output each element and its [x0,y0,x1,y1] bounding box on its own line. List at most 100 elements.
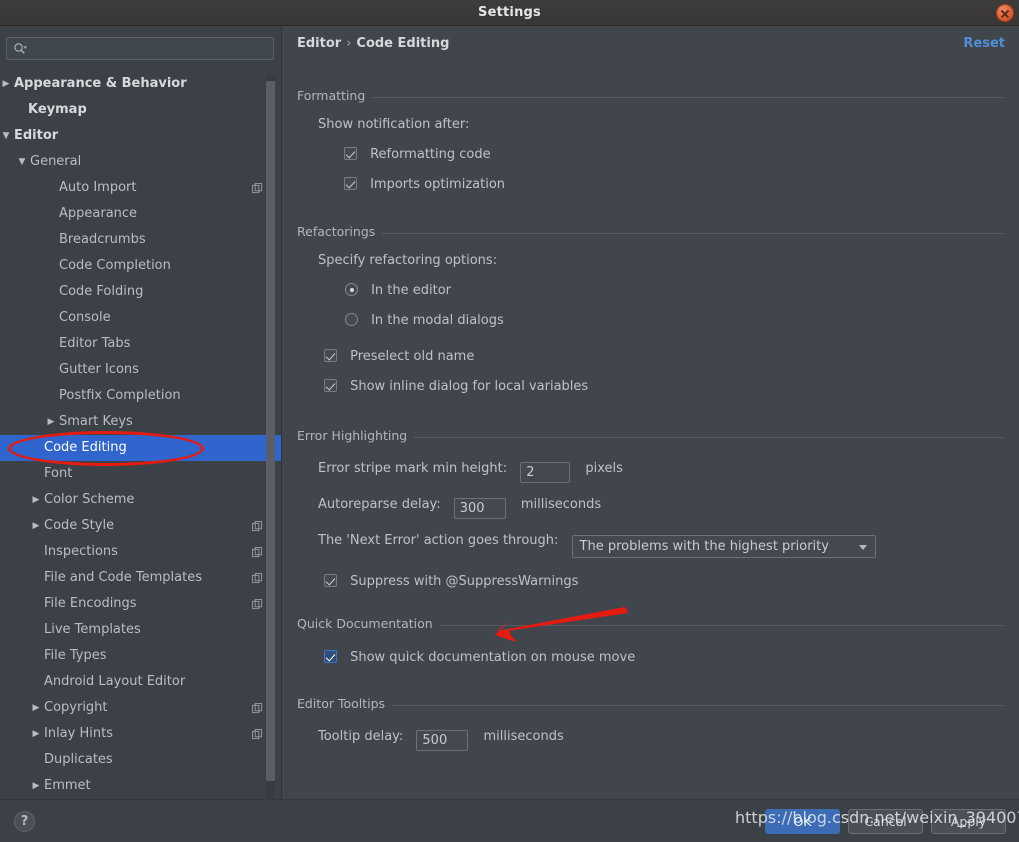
sidebar-item-label: Inspections [44,544,118,559]
autoreparse-unit: milliseconds [520,497,602,512]
suppress-warnings-label: Suppress with @SuppressWarnings [350,574,579,589]
search-box[interactable] [6,37,274,60]
sidebar-item-gutter-icons[interactable]: Gutter Icons [0,357,281,383]
autoreparse-input[interactable] [453,498,506,519]
sidebar-item-copyright[interactable]: ▶ Copyright [0,695,281,721]
sidebar-item-postfix-completion[interactable]: Postfix Completion [0,383,281,409]
ok-button[interactable]: OK [765,809,840,834]
copy-settings-icon[interactable] [252,599,263,610]
search-input[interactable] [33,38,271,59]
sidebar-item-duplicates[interactable]: Duplicates [0,747,281,773]
preselect-old-name-checkbox[interactable] [324,349,337,362]
chevron-right-icon[interactable]: ▶ [0,71,12,97]
tooltip-delay-input[interactable] [416,730,469,751]
copy-settings-icon[interactable] [252,521,263,532]
autoreparse-label: Autoreparse delay: [318,497,441,512]
sidebar-item-console[interactable]: Console [0,305,281,331]
sidebar-item-android-layout-editor[interactable]: Android Layout Editor [0,669,281,695]
section-title-quick-documentation: Quick Documentation [297,616,440,631]
sidebar-item-code-style[interactable]: ▶ Code Style [0,513,281,539]
sidebar-item-live-templates[interactable]: Live Templates [0,617,281,643]
sidebar-item-label: Code Editing [44,440,127,455]
sidebar-item-auto-import[interactable]: Auto Import [0,175,281,201]
chevron-right-icon[interactable]: ▶ [30,487,42,513]
next-error-dropdown[interactable]: The problems with the highest priority [571,535,876,558]
sidebar-item-emmet[interactable]: ▶ Emmet [0,773,281,799]
sidebar-item-label: Gutter Icons [59,362,139,377]
chevron-down-icon[interactable]: ▼ [0,123,12,149]
sidebar-item-label: Appearance & Behavior [14,76,187,91]
in-the-editor-row[interactable]: In the editor [345,279,451,298]
settings-tree[interactable]: ▶ Appearance & Behavior Keymap ▼ Editor ▼ Gene… [0,71,281,826]
preselect-old-name-row[interactable]: Preselect old name [324,345,474,364]
breadcrumb-root[interactable]: Editor [297,36,341,51]
suppress-warnings-checkbox[interactable] [324,574,337,587]
imports-optimization-label: Imports optimization [370,177,506,192]
chevron-down-icon[interactable]: ▼ [16,149,28,175]
sidebar-item-inspections[interactable]: Inspections [0,539,281,565]
section-title-error-highlighting: Error Highlighting [297,428,415,443]
error-stripe-unit: pixels [585,461,623,476]
suppress-warnings-row[interactable]: Suppress with @SuppressWarnings [324,570,578,589]
show-notification-label: Show notification after: [318,117,470,132]
imports-optimization-checkbox[interactable] [344,177,357,190]
in-the-modal-dialogs-row[interactable]: In the modal dialogs [345,309,504,328]
cancel-button[interactable]: Cancel [848,809,923,834]
chevron-right-icon[interactable]: ▶ [30,513,42,539]
show-inline-dialog-row[interactable]: Show inline dialog for local variables [324,375,588,394]
sidebar-item-file-types[interactable]: File Types [0,643,281,669]
show-quick-doc-label: Show quick documentation on mouse move [350,650,636,665]
sidebar-item-file-and-code-templates[interactable]: File and Code Templates [0,565,281,591]
in-the-editor-radio[interactable] [345,283,358,296]
sidebar-item-smart-keys[interactable]: ▶ Smart Keys [0,409,281,435]
reset-link[interactable]: Reset [963,36,1005,51]
show-quick-doc-checkbox[interactable] [324,650,337,663]
sidebar-item-color-scheme[interactable]: ▶ Color Scheme [0,487,281,513]
in-the-modal-dialogs-radio[interactable] [345,313,358,326]
copy-settings-icon[interactable] [252,703,263,714]
chevron-right-icon[interactable]: ▶ [30,773,42,799]
sidebar-item-code-completion[interactable]: Code Completion [0,253,281,279]
error-stripe-input[interactable] [520,462,571,483]
sidebar-item-label: Copyright [44,700,108,715]
chevron-right-icon[interactable]: ▶ [45,409,57,435]
section-rule [297,705,1003,706]
sidebar-item-label: Color Scheme [44,492,135,507]
sidebar-item-appearance-behavior[interactable]: ▶ Appearance & Behavior [0,71,281,97]
sidebar-scrollbar-thumb[interactable] [266,81,275,781]
show-inline-dialog-checkbox[interactable] [324,379,337,392]
close-icon[interactable] [996,4,1014,22]
reformatting-code-checkbox[interactable] [344,147,357,160]
copy-settings-icon[interactable] [252,729,263,740]
sidebar-item-editor-tabs[interactable]: Editor Tabs [0,331,281,357]
sidebar-item-file-encodings[interactable]: File Encodings [0,591,281,617]
sidebar-item-code-folding[interactable]: Code Folding [0,279,281,305]
sidebar-item-label: Font [44,466,73,481]
sidebar-item-editor[interactable]: ▼ Editor [0,123,281,149]
sidebar-item-inlay-hints[interactable]: ▶ Inlay Hints [0,721,281,747]
sidebar-item-keymap[interactable]: Keymap [0,97,281,123]
show-quick-doc-row[interactable]: Show quick documentation on mouse move [324,646,635,665]
section-title-refactorings: Refactorings [297,224,383,239]
sidebar-item-label: File and Code Templates [44,570,202,585]
help-icon[interactable]: ? [14,811,35,832]
preselect-old-name-label: Preselect old name [350,349,475,364]
autoreparse-row: Autoreparse delay: milliseconds [318,493,601,519]
in-the-modal-dialogs-label: In the modal dialogs [371,313,504,328]
sidebar-item-code-editing[interactable]: Code Editing [0,435,281,461]
chevron-right-icon[interactable]: ▶ [30,695,42,721]
sidebar-item-appearance[interactable]: Appearance [0,201,281,227]
chevron-right-icon[interactable]: ▶ [30,721,42,747]
apply-button[interactable]: Apply [931,809,1006,834]
copy-settings-icon[interactable] [252,547,263,558]
sidebar-item-general[interactable]: ▼ General [0,149,281,175]
copy-settings-icon[interactable] [252,183,263,194]
sidebar-item-label: General [30,154,82,169]
sidebar-item-breadcrumbs[interactable]: Breadcrumbs [0,227,281,253]
sidebar-item-font[interactable]: Font [0,461,281,487]
sidebar-item-label: Android Layout Editor [44,674,186,689]
reformatting-code-row[interactable]: Reformatting code [344,143,491,162]
copy-settings-icon[interactable] [252,573,263,584]
sidebar-item-label: Auto Import [59,180,137,195]
imports-optimization-row[interactable]: Imports optimization [344,173,505,192]
